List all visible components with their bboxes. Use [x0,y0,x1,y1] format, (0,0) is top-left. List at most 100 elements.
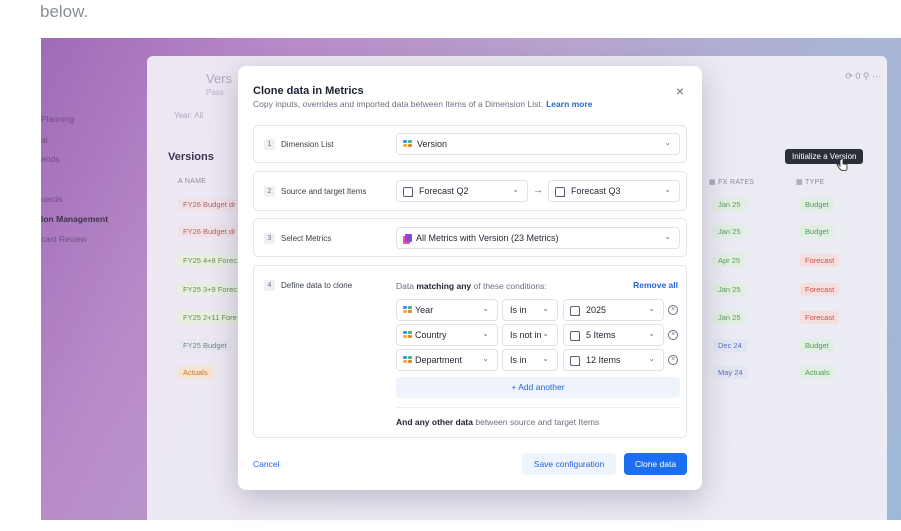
row-name-pill[interactable]: FY25 4+8 Forec [178,254,242,267]
arrow-right-icon: → [533,185,543,196]
dimension-list-value: Version [417,139,448,149]
dimension-list-icon [403,140,413,148]
step-label: Define data to clone [281,281,353,290]
metrics-value: All Metrics with Version (23 Metrics) [416,233,559,243]
chevron-down-icon: ⌄ [512,185,519,194]
sidebar-item-ends[interactable]: ends [41,154,59,164]
sidebar-item-oards[interactable]: oards [41,194,62,204]
row-fx-pill: Jan 25 [713,198,746,211]
section-dimension-list: 1 Dimension List Version ⌄ [253,125,687,163]
step-number: 1 [264,139,275,150]
top-icons[interactable]: ⟳ 0 ⚲ ··· [845,71,881,82]
condition-dimension-select[interactable]: Department ⌄ [396,349,498,371]
section-source-target: 2 Source and target Items Forecast Q2 ⌄ … [253,171,687,211]
close-icon[interactable]: × [676,84,684,98]
items-icon [570,306,580,316]
remove-condition-icon[interactable]: × [668,355,678,365]
items-icon [403,187,413,197]
condition-operator-select[interactable]: Is not in ⌄ [502,324,558,346]
chevron-down-icon: ⌄ [664,138,671,147]
chevron-down-icon: ⌄ [482,354,489,363]
chevron-down-icon: ⌄ [542,329,549,338]
remove-condition-icon[interactable]: × [668,330,678,340]
page-title: Vers [206,71,233,86]
row-type-pill: Forecast [800,311,840,324]
dimension-list-select[interactable]: Version ⌄ [396,133,680,155]
condition-value: 5 Items [586,330,616,340]
condition-value-select[interactable]: 2025 ⌄ [563,299,664,321]
row-type-pill: Forecast [800,283,840,296]
col-fx-header[interactable]: ▦ FX RATES [709,178,754,186]
section-select-metrics: 3 Select Metrics All Metrics with Versio… [253,218,687,257]
step-label: Select Metrics [281,234,332,243]
row-fx-pill: May 24 [713,366,748,379]
chevron-down-icon: ⌄ [482,329,489,338]
condition-dimension-value: Country [415,330,447,340]
col-type-header[interactable]: ▦ TYPE [796,178,825,186]
page-subtitle: Pass [206,88,224,97]
row-name-pill[interactable]: Actuals [178,366,213,379]
clone-data-button[interactable]: Clone data [624,453,687,475]
row-type-pill: Budget [800,339,834,352]
row-name-pill[interactable]: FY26 Budget dr [178,198,241,211]
remove-all-link[interactable]: Remove all [633,280,678,290]
versions-label: Versions [168,151,214,163]
condition-operator-value: Is in [510,305,527,315]
target-item-value: Forecast Q3 [571,186,621,196]
row-type-pill: Budget [800,225,834,238]
modal-title: Clone data in Metrics [253,85,364,97]
learn-more-link[interactable]: Learn more [546,99,592,109]
condition-dimension-select[interactable]: Country ⌄ [396,324,498,346]
condition-dimension-value: Department [415,355,463,365]
chevron-down-icon: ⌄ [664,185,671,194]
sidebar-item-planning[interactable]: Planning [41,114,74,124]
source-item-value: Forecast Q2 [419,186,469,196]
row-name-pill[interactable]: FY26 Budget dr [178,225,241,238]
condition-value: 2025 [586,305,607,315]
clone-data-modal: Clone data in Metrics Copy inputs, overr… [238,66,702,490]
condition-value: 12 Items [586,355,621,365]
sidebar-item-version-management[interactable]: ion Management [41,214,108,224]
add-another-button[interactable]: + Add another [396,377,680,398]
target-item-select[interactable]: Forecast Q3 ⌄ [548,180,680,202]
condition-dimension-select[interactable]: Year ⌄ [396,299,498,321]
step-number: 3 [264,233,275,244]
row-fx-pill: Jan 25 [713,283,746,296]
dimension-icon [403,306,413,314]
row-type-pill: Budget [800,198,834,211]
condition-value-select[interactable]: 12 Items ⌄ [563,349,664,371]
col-name-header[interactable]: A NAME [178,178,206,185]
save-configuration-button[interactable]: Save configuration [522,453,616,475]
dimension-icon [403,331,413,339]
chevron-down-icon: ⌄ [542,354,549,363]
sidebar-item-al[interactable]: al [41,135,48,145]
source-item-select[interactable]: Forecast Q2 ⌄ [396,180,528,202]
row-name-pill[interactable]: FY25 2+11 Fore [178,311,242,324]
row-fx-pill: Jan 25 [713,225,746,238]
condition-dimension-value: Year [415,305,434,315]
hand-cursor-icon [836,158,848,171]
condition-operator-select[interactable]: Is in ⌄ [502,349,558,371]
sidebar-item-forecast-review[interactable]: cast Review [41,234,87,244]
conditions-header: Data matching any of these conditions: [396,281,547,291]
chevron-down-icon: ⌄ [648,354,655,363]
remove-condition-icon[interactable]: × [668,305,678,315]
sidebar: Planning al ends oards ion Management ca… [41,38,147,520]
row-name-pill[interactable]: FY25 Budget [178,339,232,352]
metrics-select[interactable]: All Metrics with Version (23 Metrics) ⌄ [396,227,680,249]
condition-operator-value: Is not in [510,330,542,340]
chevron-down-icon: ⌄ [482,304,489,313]
condition-value-select[interactable]: 5 Items ⌄ [563,324,664,346]
chevron-down-icon: ⌄ [542,304,549,313]
step-number: 4 [264,280,275,291]
condition-operator-select[interactable]: Is in ⌄ [502,299,558,321]
items-icon [555,187,565,197]
row-name-pill[interactable]: FY25 3+9 Forec [178,283,242,296]
row-fx-pill: Jan 25 [713,311,746,324]
year-filter[interactable]: Year: All [174,111,203,120]
row-type-pill: Forecast [800,254,840,267]
step-label: Source and target Items [281,187,367,196]
chevron-down-icon: ⌄ [664,232,671,241]
row-type-pill: Actuals [800,366,835,379]
cancel-button[interactable]: Cancel [253,459,279,469]
